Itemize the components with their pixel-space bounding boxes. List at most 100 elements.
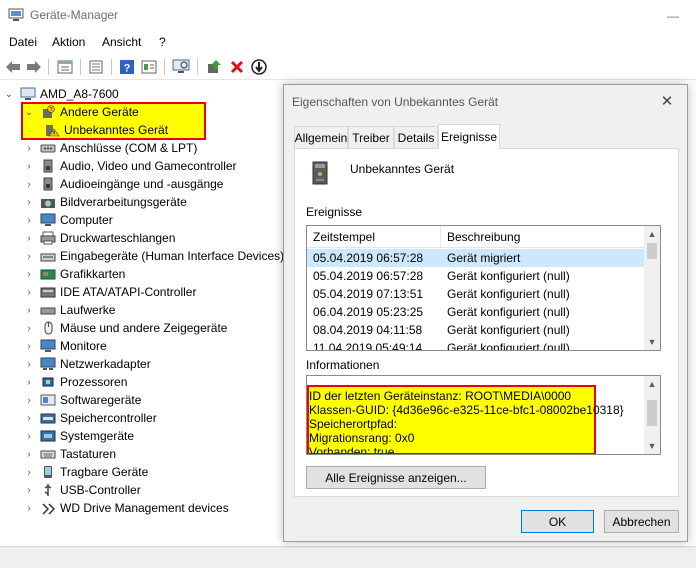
uninstall-icon[interactable] xyxy=(228,58,246,76)
tree-item[interactable]: › Softwaregeräte xyxy=(24,391,141,409)
event-timestamp: 05.04.2019 06:57:28 xyxy=(313,269,424,283)
help-icon[interactable]: ? xyxy=(118,58,136,76)
show-all-events-button[interactable]: Alle Ereignisse anzeigen... xyxy=(306,466,486,489)
column-header-beschreibung[interactable]: Beschreibung xyxy=(447,230,520,244)
chevron-right-icon[interactable]: › xyxy=(24,287,34,298)
tree-item[interactable]: › Speichercontroller xyxy=(24,409,156,427)
info-textbox[interactable]: ID der letzten Geräteinstanz: ROOT\MEDIA… xyxy=(306,375,661,455)
tree-item[interactable]: › Systemgeräte xyxy=(24,427,134,445)
menu-ansicht[interactable]: Ansicht xyxy=(102,35,141,49)
events-scrollbar[interactable]: ▲ ▼ xyxy=(644,226,660,350)
chevron-right-icon[interactable]: › xyxy=(24,503,34,514)
scroll-up-icon[interactable]: ▲ xyxy=(644,226,660,242)
tree-item[interactable]: › Grafikkarten xyxy=(24,265,125,283)
chevron-down-icon[interactable]: ⌄ xyxy=(24,107,34,118)
scroll-thumb[interactable] xyxy=(647,243,657,259)
scroll-down-icon[interactable]: ▼ xyxy=(644,334,660,350)
tree-item[interactable]: › USB-Controller xyxy=(24,481,141,499)
events-list[interactable]: Zeitstempel Beschreibung 05.04.2019 06:5… xyxy=(306,225,661,351)
tree-item[interactable]: Unbekanntes Gerät xyxy=(44,121,168,139)
chevron-right-icon[interactable]: › xyxy=(24,161,34,172)
tab-ereignisse[interactable]: Ereignisse xyxy=(438,124,500,149)
chevron-right-icon[interactable]: › xyxy=(24,467,34,478)
chevron-down-icon[interactable]: ⌄ xyxy=(4,89,14,100)
software-device-icon xyxy=(40,394,56,406)
tree-item[interactable]: › WD Drive Management devices xyxy=(24,499,228,517)
tab-details[interactable]: Details xyxy=(394,126,438,148)
tree-item-label: Druckwarteschlangen xyxy=(60,231,176,245)
menu-datei[interactable]: Datei xyxy=(9,35,37,49)
minimize-button[interactable]: — xyxy=(650,0,696,31)
tree-item[interactable]: › Monitore xyxy=(24,337,106,355)
tree-item[interactable]: › Mäuse und andere Zeigegeräte xyxy=(24,319,227,337)
chevron-right-icon[interactable]: › xyxy=(24,269,34,280)
chevron-right-icon[interactable]: › xyxy=(24,341,34,352)
disable-device-icon[interactable] xyxy=(250,58,268,76)
scroll-thumb[interactable] xyxy=(647,400,657,426)
menu-aktion[interactable]: Aktion xyxy=(52,35,85,49)
forward-arrow-icon[interactable] xyxy=(25,58,43,76)
tree-item[interactable]: › Anschlüsse (COM & LPT) xyxy=(24,139,197,157)
chevron-right-icon[interactable]: › xyxy=(24,413,34,424)
view-properties-icon[interactable] xyxy=(56,58,74,76)
tree-item-label: USB-Controller xyxy=(60,483,141,497)
chevron-right-icon[interactable]: › xyxy=(24,143,34,154)
events-section-label: Ereignisse xyxy=(306,205,363,219)
properties-sheet-icon[interactable] xyxy=(87,58,105,76)
tree-item[interactable]: › Audio, Video und Gamecontroller xyxy=(24,157,236,175)
chevron-right-icon[interactable]: › xyxy=(24,485,34,496)
computer-icon xyxy=(20,87,36,100)
event-row[interactable]: 11.04.2019 05:49:14 Gerät konfiguriert (n… xyxy=(307,339,645,350)
chevron-right-icon[interactable]: › xyxy=(24,305,34,316)
chevron-right-icon[interactable]: › xyxy=(24,395,34,406)
column-header-zeitstempel[interactable]: Zeitstempel xyxy=(313,230,375,244)
chevron-right-icon[interactable]: › xyxy=(24,197,34,208)
tree-item[interactable]: › Eingabegeräte (Human Interface Devices) xyxy=(24,247,284,265)
event-row[interactable]: 05.04.2019 06:57:28 Gerät konfiguriert (n… xyxy=(307,267,645,285)
driver-details-icon[interactable] xyxy=(140,58,158,76)
chevron-right-icon[interactable]: › xyxy=(24,431,34,442)
tree-item[interactable]: › Tragbare Geräte xyxy=(24,463,148,481)
tree-item[interactable]: › IDE ATA/ATAPI-Controller xyxy=(24,283,196,301)
scroll-up-icon[interactable]: ▲ xyxy=(644,376,660,392)
chevron-right-icon[interactable]: › xyxy=(24,233,34,244)
chevron-right-icon[interactable]: › xyxy=(24,377,34,388)
tree-item[interactable]: › Computer xyxy=(24,211,112,229)
event-row[interactable]: 05.04.2019 06:57:28 Gerät migriert xyxy=(307,249,645,267)
chevron-right-icon[interactable]: › xyxy=(24,323,34,334)
dialog-close-button[interactable]: ✕ xyxy=(657,91,677,111)
tree-item[interactable]: › Tastaturen xyxy=(24,445,116,463)
tree-item[interactable]: › Netzwerkadapter xyxy=(24,355,150,373)
tree-item[interactable]: › Bildverarbeitungsgeräte xyxy=(24,193,186,211)
tree-item[interactable]: ⌄? Andere Geräte xyxy=(24,103,139,121)
ok-button[interactable]: OK xyxy=(521,510,594,533)
menu-help[interactable]: ? xyxy=(159,35,166,49)
menu-bar: Datei Aktion Ansicht ? xyxy=(0,31,696,53)
chevron-right-icon[interactable]: › xyxy=(24,215,34,226)
tree-root[interactable]: ⌄ AMD_A8-7600 xyxy=(4,85,119,103)
info-scrollbar[interactable]: ▲ ▼ xyxy=(644,376,660,454)
tree-horizontal-scrollbar[interactable] xyxy=(0,530,285,545)
chevron-right-icon[interactable]: › xyxy=(24,359,34,370)
svg-text:?: ? xyxy=(50,107,53,113)
tree-item[interactable]: › Laufwerke xyxy=(24,301,115,319)
event-row[interactable]: 06.04.2019 05:23:25 Gerät konfiguriert (n… xyxy=(307,303,645,321)
tree-item[interactable]: › Audioeingänge und -ausgänge xyxy=(24,175,223,193)
chevron-right-icon[interactable]: › xyxy=(24,449,34,460)
cancel-button[interactable]: Abbrechen xyxy=(604,510,679,533)
window-title: Geräte-Manager xyxy=(30,8,119,22)
chevron-right-icon[interactable]: › xyxy=(24,179,34,190)
back-arrow-icon[interactable] xyxy=(4,58,22,76)
processor-icon xyxy=(42,377,54,387)
tree-item[interactable]: › Druckwarteschlangen xyxy=(24,229,175,247)
scan-hardware-icon[interactable] xyxy=(172,58,190,76)
tree-item[interactable]: › Prozessoren xyxy=(24,373,127,391)
update-driver-icon[interactable] xyxy=(205,58,223,76)
unknown-device-icon: ? xyxy=(43,105,55,118)
tab-treiber[interactable]: Treiber xyxy=(348,126,394,148)
tab-allgemein[interactable]: Allgemein xyxy=(294,126,348,148)
chevron-right-icon[interactable]: › xyxy=(24,251,34,262)
event-row[interactable]: 08.04.2019 04:11:58 Gerät konfiguriert (n… xyxy=(307,321,645,339)
scroll-down-icon[interactable]: ▼ xyxy=(644,438,660,454)
event-row[interactable]: 05.04.2019 07:13:51 Gerät konfiguriert (n… xyxy=(307,285,645,303)
